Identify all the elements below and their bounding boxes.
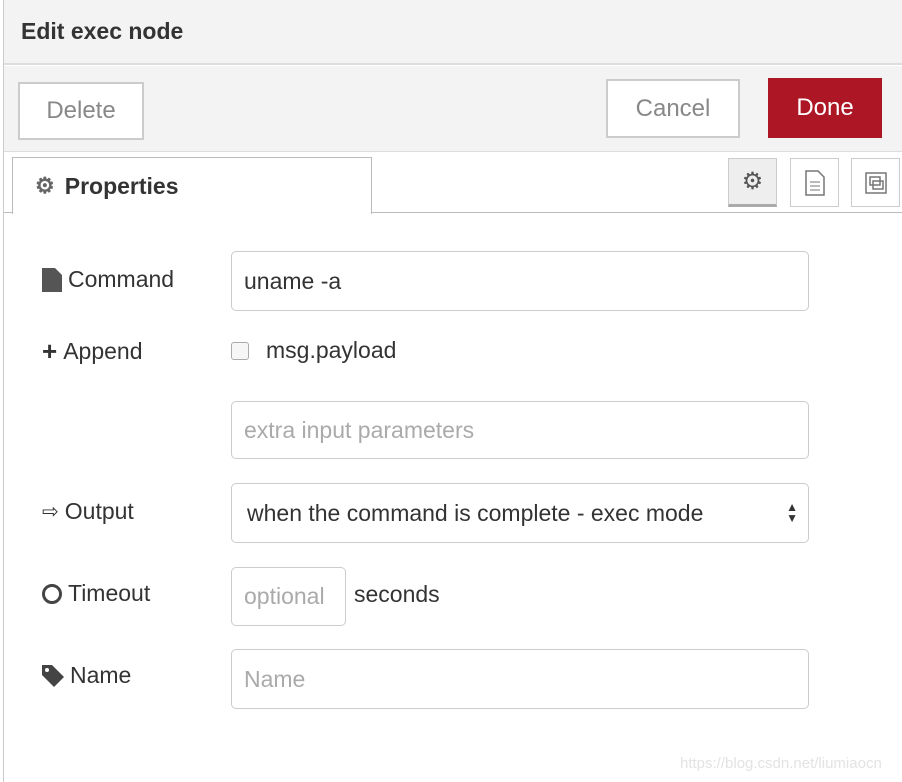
extra-parameters-input[interactable]: extra input parameters <box>231 401 809 459</box>
checkbox-label: msg.payload <box>266 337 397 363</box>
plus-icon: + <box>42 336 58 366</box>
output-select[interactable]: when the command is complete - exec mode… <box>231 483 809 543</box>
watermark: https://blog.csdn.net/liumiaocn <box>680 755 882 772</box>
command-input[interactable]: uname -a <box>231 251 809 311</box>
label-text: Output <box>64 498 134 524</box>
command-label: Command <box>42 266 174 293</box>
label-text: Command <box>68 266 175 292</box>
append-payload-checkbox[interactable] <box>231 342 249 360</box>
gear-icon: ⚙ <box>35 173 55 198</box>
select-arrows-icon: ▲ ▼ <box>786 500 798 525</box>
select-value: when the command is complete - exec mode <box>247 499 704 526</box>
dialog-title: Edit exec node <box>21 18 184 44</box>
append-label: + Append <box>42 336 143 367</box>
sign-out-icon: ⇨ <box>42 501 59 523</box>
label-text: Timeout <box>68 580 151 606</box>
timeout-input[interactable]: optional <box>231 567 346 626</box>
delete-button[interactable]: Delete <box>18 82 144 140</box>
tag-icon <box>42 664 64 687</box>
tab-properties[interactable]: ⚙ Properties <box>12 157 372 214</box>
gear-icon[interactable]: ⚙ <box>728 158 777 207</box>
label-text: Name <box>70 662 132 688</box>
name-input[interactable]: Name <box>231 649 809 709</box>
done-button[interactable]: Done <box>768 78 882 138</box>
output-label: ⇨ Output <box>42 498 134 525</box>
tab-label: Properties <box>64 172 179 199</box>
timeout-unit: seconds <box>354 581 440 607</box>
appearance-icon[interactable] <box>851 158 900 207</box>
clock-icon <box>42 583 62 604</box>
description-icon[interactable] <box>790 158 839 207</box>
name-label: Name <box>42 662 131 689</box>
timeout-label: Timeout <box>42 580 150 607</box>
label-text: Append <box>63 338 143 364</box>
file-icon <box>42 267 62 292</box>
cancel-button[interactable]: Cancel <box>606 79 740 138</box>
